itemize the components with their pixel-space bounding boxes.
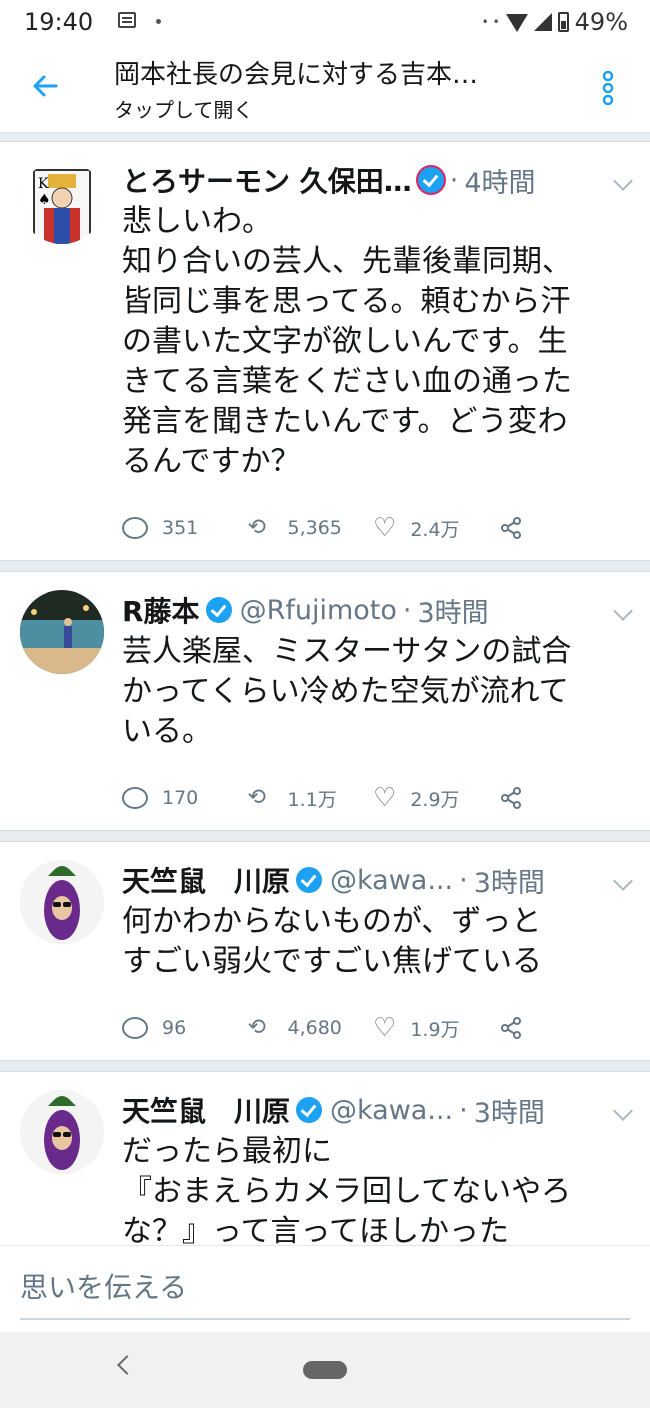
retweet-count: 4,680 [287, 1017, 342, 1039]
compose-input[interactable]: 思いを伝える [20, 1258, 630, 1320]
battery-percent: 49% [574, 8, 628, 36]
tweet-time[interactable]: 3時間 [474, 861, 545, 900]
author-name[interactable]: 天竺鼠 川原 [122, 860, 290, 900]
page-subtitle[interactable]: タップして開く [114, 94, 253, 123]
retweet-icon: ⟲ [247, 785, 266, 810]
author-handle[interactable]: @Rfujimoto [240, 595, 397, 626]
separator-dot: · [459, 864, 468, 896]
system-nav-bar [0, 1332, 650, 1408]
status-time: 19:40 [24, 8, 94, 36]
tweet-actions: 96 ⟲ 4,680 ♡ 1.9万 [122, 996, 624, 1060]
reply-button[interactable]: 351 [122, 517, 248, 539]
author-handle[interactable]: @kawa... [330, 1095, 453, 1126]
share-button[interactable] [499, 1016, 625, 1040]
tweet-card[interactable]: 天竺鼠 川原 @kawa... · 3時間 だったら最初に 『おまえらカメラ回し… [0, 1071, 650, 1245]
data-activity-icon: • • [481, 15, 500, 29]
more-options-icon[interactable] [596, 68, 620, 108]
retweet-count: 1.1万 [287, 788, 337, 811]
like-button[interactable]: ♡ 2.9万 [373, 785, 499, 812]
share-icon [500, 1017, 521, 1039]
avatar-king-of-spades[interactable]: K ♠ [20, 160, 104, 244]
author-name[interactable]: 天竺鼠 川原 [122, 1090, 290, 1130]
like-button[interactable]: ♡ 2.4万 [373, 515, 499, 542]
tweet-time[interactable]: 3時間 [417, 591, 488, 630]
retweet-button[interactable]: ⟲ 5,365 [247, 515, 374, 540]
author-name[interactable]: R藤本 [122, 590, 200, 630]
share-button[interactable] [499, 516, 625, 540]
separator-dot: · [402, 594, 412, 626]
tweet-actions: 170 ⟲ 1.1万 ♡ 2.9万 [122, 766, 624, 830]
author-handle[interactable]: @kawa... [330, 865, 453, 896]
separator-dot: · [449, 164, 459, 196]
cellular-icon [533, 13, 552, 31]
back-arrow-icon[interactable] [24, 64, 68, 108]
reply-count: 96 [162, 1017, 187, 1039]
like-count: 1.9万 [410, 1018, 460, 1041]
tweet-actions: 351 ⟲ 5,365 ♡ 2.4万 [122, 496, 624, 560]
svg-text:K: K [38, 176, 49, 192]
avatar-photo[interactable] [20, 590, 104, 674]
share-icon [500, 787, 521, 809]
retweet-count: 5,365 [287, 517, 342, 539]
tweet-text[interactable]: 何かわからないものが、ずっと すごい弱火ですごい焦げている [122, 902, 624, 982]
tweet-text[interactable]: だったら最初に 『おまえらカメラ回してないやろ な？』って言ってほしかった [122, 1132, 624, 1245]
share-icon [500, 517, 521, 539]
verified-badge-icon [296, 867, 323, 893]
tweet-time[interactable]: 4時間 [464, 161, 535, 200]
reply-composer: 思いを伝える [0, 1245, 650, 1333]
notification-icon [118, 12, 136, 28]
separator-dot: · [459, 1094, 468, 1126]
status-bar: 19:40 • • 49% [0, 0, 650, 44]
tweet-card[interactable]: K ♠ とろサーモン 久保田… · 4時間 悲しいわ。 知り合いの芸人、先輩後輩… [0, 141, 650, 561]
reply-icon [122, 787, 148, 809]
status-right: • • 49% [482, 8, 628, 36]
avatar-eggplant[interactable] [20, 1090, 104, 1174]
verified-badge-icon [296, 1097, 323, 1123]
heart-icon: ♡ [373, 783, 397, 813]
retweet-icon: ⟲ [247, 515, 266, 540]
retweet-icon: ⟲ [247, 1015, 266, 1040]
tweet-text[interactable]: 芸人楽屋、ミスターサタンの試合 かってくらい冷めた空気が流れて いる。 [122, 632, 624, 752]
heart-icon: ♡ [373, 1013, 397, 1043]
reply-button[interactable]: 96 [122, 1017, 248, 1039]
like-count: 2.4万 [410, 518, 460, 541]
share-button[interactable] [499, 786, 625, 810]
author-name[interactable]: とろサーモン 久保田… [122, 160, 412, 200]
battery-icon [557, 12, 569, 32]
reply-icon [122, 1017, 148, 1039]
wifi-icon [505, 14, 528, 32]
tweet-feed[interactable]: K ♠ とろサーモン 久保田… · 4時間 悲しいわ。 知り合いの芸人、先輩後輩… [0, 133, 650, 1245]
reply-count: 351 [162, 517, 199, 539]
app-header[interactable]: 岡本社長の会見に対する吉本… タップして開く [0, 44, 650, 133]
avatar-eggplant[interactable] [20, 860, 104, 944]
tweet-text[interactable]: 悲しいわ。 知り合いの芸人、先輩後輩同期、 皆同じ事を思ってる。頼むから汗 の書… [122, 202, 624, 482]
svg-text:♠: ♠ [38, 192, 51, 208]
reply-count: 170 [162, 787, 199, 809]
heart-icon: ♡ [373, 513, 397, 543]
reply-icon [122, 517, 148, 539]
notification-dot-icon [156, 19, 161, 24]
reply-button[interactable]: 170 [122, 787, 248, 809]
tweet-card[interactable]: R藤本 @Rfujimoto · 3時間 芸人楽屋、ミスターサタンの試合 かって… [0, 571, 650, 831]
tweet-time[interactable]: 3時間 [474, 1091, 545, 1130]
retweet-button[interactable]: ⟲ 4,680 [247, 1015, 374, 1040]
tweet-card[interactable]: 天竺鼠 川原 @kawa... · 3時間 何かわからないものが、ずっと すごい… [0, 841, 650, 1061]
retweet-button[interactable]: ⟲ 1.1万 [248, 785, 374, 812]
nav-home-pill-icon[interactable] [303, 1361, 347, 1379]
verified-badge-icon [417, 167, 444, 193]
like-count: 2.9万 [410, 788, 460, 811]
like-button[interactable]: ♡ 1.9万 [373, 1015, 499, 1042]
verified-badge-icon [205, 597, 232, 623]
page-title: 岡本社長の会見に対する吉本… [114, 60, 479, 90]
nav-back-icon[interactable] [117, 1355, 137, 1375]
